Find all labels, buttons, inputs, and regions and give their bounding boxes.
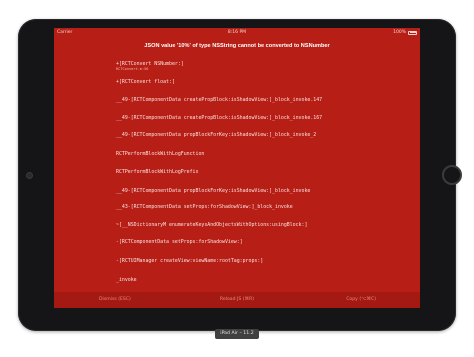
dismiss-button[interactable]: Dismiss (ESC)	[99, 292, 131, 308]
error-message: JSON value '10%' of type NSString cannot…	[144, 43, 330, 49]
stack-frame[interactable]: __49-[RCTComponentData createPropBlock:i…	[116, 97, 322, 103]
battery-percent: 100%	[393, 30, 406, 35]
stack-frame[interactable]: RCTPerformBlockWithLogFunction	[116, 151, 204, 157]
stack-frame[interactable]: -[RCTUIManager createView:viewName:rootT…	[116, 258, 263, 264]
stack-frame[interactable]: -[RCTComponentData setProps:forShadowVie…	[116, 239, 243, 245]
copy-button[interactable]: Copy (⌥⌘C)	[346, 292, 376, 308]
camera-icon	[26, 172, 33, 179]
battery-icon	[408, 30, 417, 35]
status-bar: Carrier 8:16 PM 100%	[54, 28, 420, 37]
stack-frame[interactable]: ~[__NSDictionaryM enumerateKeysAndObject…	[116, 222, 307, 228]
home-button[interactable]	[442, 165, 462, 185]
stack-frame-file: RCTConvert.m:56	[116, 67, 149, 71]
redbox-toolbar: Reload JS (⌘R) Dismiss (ESC) Copy (⌥⌘C)	[54, 292, 420, 308]
stack-frame[interactable]: __49-[RCTComponentData createPropBlock:i…	[116, 115, 322, 121]
stack-frame[interactable]: __49-[RCTComponentData propBlockForKey:i…	[116, 132, 316, 138]
simulator-device-label: iPad Air – 11.2	[215, 329, 259, 339]
stack-frame[interactable]: RCTPerformBlockWithLogPrefix	[116, 169, 198, 175]
stack-frame[interactable]: __43-[RCTComponentData setProps:forShado…	[116, 204, 293, 210]
stack-frame[interactable]: +[RCTConvert float:]	[116, 79, 175, 85]
stack-frame[interactable]: _invoke	[116, 277, 137, 283]
redbox-error-screen: Carrier 8:16 PM 100% JSON value '10%' of…	[54, 28, 420, 308]
status-time: 8:16 PM	[227, 30, 247, 35]
stack-frame[interactable]: __49-[RCTComponentData propBlockForKey:i…	[116, 188, 310, 194]
